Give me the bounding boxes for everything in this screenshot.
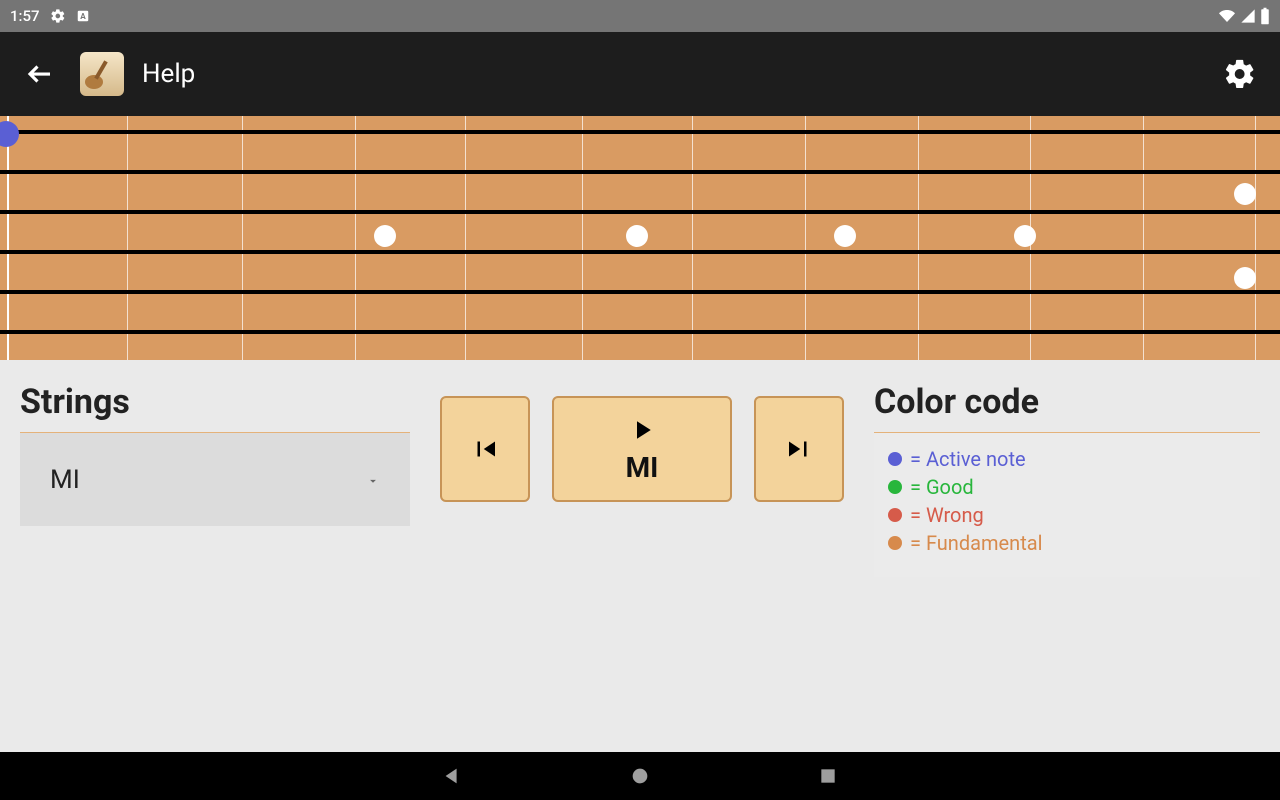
fret-line <box>7 116 9 360</box>
svg-text:A: A <box>80 11 86 21</box>
fret-line <box>1255 116 1256 360</box>
legend-dot-icon <box>888 480 902 494</box>
string-line <box>0 250 1280 254</box>
nav-home-button[interactable] <box>626 762 654 790</box>
play-note-label: MI <box>626 451 659 484</box>
active-note-marker <box>0 121 19 147</box>
fret-inlay-dot <box>1234 267 1256 289</box>
battery-icon <box>1260 7 1270 25</box>
fret-line <box>127 116 128 360</box>
legend-item: = Wrong <box>888 501 1246 529</box>
fret-inlay-dot <box>1234 183 1256 205</box>
legend-dot-icon <box>888 536 902 550</box>
nav-home-icon <box>629 765 651 787</box>
strings-selected-value: MI <box>50 465 80 495</box>
settings-status-icon <box>50 8 66 24</box>
nav-recent-button[interactable] <box>814 762 842 790</box>
next-button[interactable] <box>754 396 844 502</box>
nav-back-icon <box>441 765 463 787</box>
legend-dot-icon <box>888 508 902 522</box>
back-button[interactable] <box>18 52 62 96</box>
fretboard[interactable] <box>0 116 1280 360</box>
legend-label: = Active note <box>910 445 1026 473</box>
skip-previous-icon <box>470 434 500 464</box>
nav-back-button[interactable] <box>438 762 466 790</box>
legend-item: = Fundamental <box>888 529 1246 557</box>
nav-recent-icon <box>818 766 838 786</box>
strings-heading: Strings <box>20 382 410 422</box>
legend-label: = Wrong <box>910 501 984 529</box>
fret-line <box>918 116 919 360</box>
string-line <box>0 210 1280 214</box>
fret-line <box>582 116 583 360</box>
control-panel: Strings MI MI Color code = Active note =… <box>0 360 1280 599</box>
legend-item: = Active note <box>888 445 1246 473</box>
fret-inlay-dot <box>834 225 856 247</box>
string-line <box>0 170 1280 174</box>
string-line <box>0 330 1280 334</box>
fret-inlay-dot <box>1014 225 1036 247</box>
fret-line <box>242 116 243 360</box>
app-bar: Help <box>0 32 1280 116</box>
previous-button[interactable] <box>440 396 530 502</box>
fret-line <box>692 116 693 360</box>
skip-next-icon <box>784 434 814 464</box>
fret-line <box>465 116 466 360</box>
fret-inlay-dot <box>626 225 648 247</box>
wifi-icon <box>1218 8 1236 24</box>
settings-button[interactable] <box>1218 52 1262 96</box>
color-code-legend: = Active note = Good = Wrong = Fundament… <box>874 432 1260 577</box>
app-status-icon: A <box>76 9 90 23</box>
legend-item: = Good <box>888 473 1246 501</box>
string-line <box>0 290 1280 294</box>
android-nav-bar <box>0 752 1280 800</box>
fret-line <box>355 116 356 360</box>
arrow-left-icon <box>25 59 55 89</box>
play-button[interactable]: MI <box>552 396 732 502</box>
string-line <box>0 130 1280 134</box>
fret-inlay-dot <box>374 225 396 247</box>
fret-line <box>1143 116 1144 360</box>
legend-dot-icon <box>888 452 902 466</box>
color-code-heading: Color code <box>874 382 1260 422</box>
play-icon <box>627 415 657 445</box>
page-title: Help <box>142 59 195 89</box>
gear-icon <box>1223 57 1257 91</box>
fret-line <box>805 116 806 360</box>
signal-icon <box>1240 8 1256 24</box>
app-icon <box>80 52 124 96</box>
status-time: 1:57 <box>10 7 40 25</box>
legend-label: = Fundamental <box>910 529 1042 557</box>
strings-dropdown[interactable]: MI <box>20 432 410 526</box>
chevron-down-icon <box>366 465 380 495</box>
android-status-bar: 1:57 A <box>0 0 1280 32</box>
legend-label: = Good <box>910 473 974 501</box>
